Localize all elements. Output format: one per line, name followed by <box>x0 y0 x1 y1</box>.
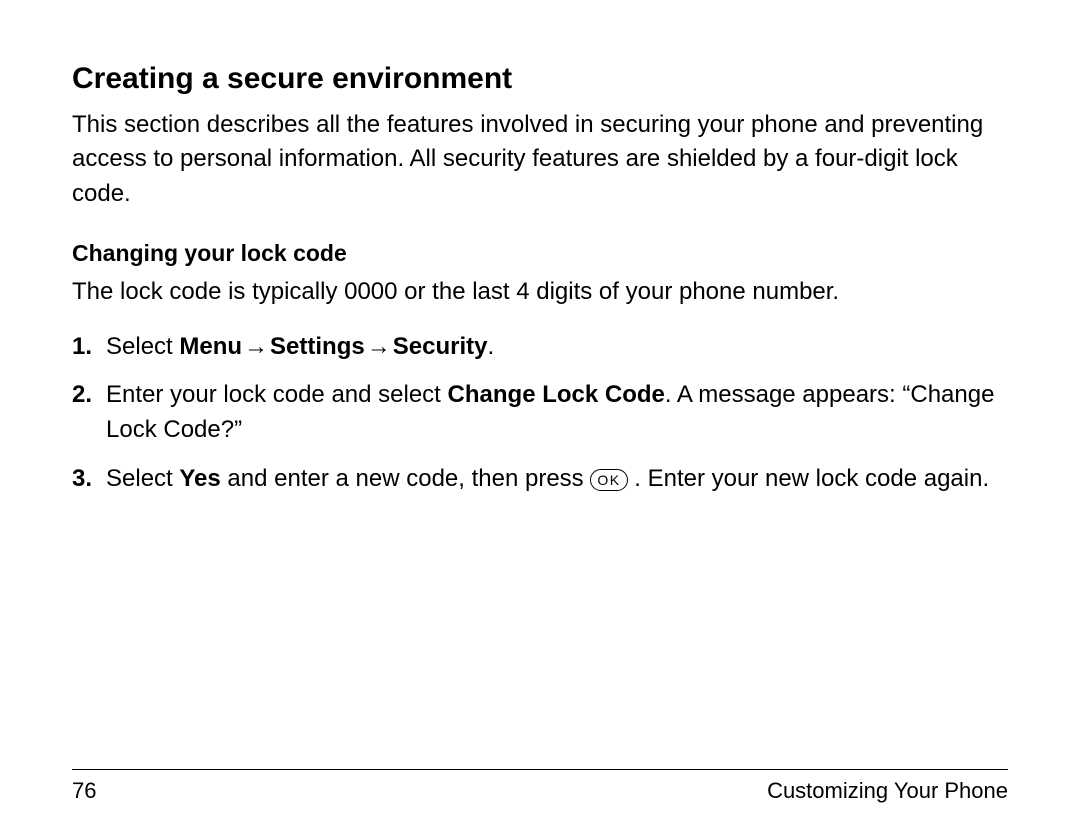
step-number: 1. <box>72 330 106 365</box>
text: Select <box>106 465 179 492</box>
footer-rule <box>72 769 1008 770</box>
footer-section-title: Customizing Your Phone <box>767 778 1008 804</box>
intro-paragraph: This section describes all the features … <box>72 108 1008 212</box>
step-number: 3. <box>72 462 106 497</box>
step-body: Select Yes and enter a new code, then pr… <box>106 462 1008 497</box>
page-number: 76 <box>72 778 96 804</box>
text: Enter your lock code and select <box>106 381 448 408</box>
text: Select <box>106 333 179 360</box>
arrow-icon: → <box>365 333 393 360</box>
text: . <box>487 333 494 360</box>
step-body: Select Menu→Settings→Security. <box>106 330 1008 365</box>
section-heading: Creating a secure environment <box>72 60 1008 98</box>
bold-change-lock-code: Change Lock Code <box>448 381 665 408</box>
manual-page: Creating a secure environment This secti… <box>0 0 1080 834</box>
bold-menu: Menu <box>179 333 242 360</box>
step-2: 2. Enter your lock code and select Chang… <box>72 378 1008 448</box>
step-1: 1. Select Menu→Settings→Security. <box>72 330 1008 365</box>
step-body: Enter your lock code and select Change L… <box>106 378 1008 448</box>
text: . Enter your new lock code again. <box>628 465 990 492</box>
page-footer: 76 Customizing Your Phone <box>72 769 1008 804</box>
sub-heading: Changing your lock code <box>72 240 1008 267</box>
ok-key-icon: OK <box>590 469 627 491</box>
arrow-icon: → <box>242 333 270 360</box>
steps-list: 1. Select Menu→Settings→Security. 2. Ent… <box>72 330 1008 497</box>
bold-yes: Yes <box>179 465 220 492</box>
text: and enter a new code, then press <box>221 465 591 492</box>
sub-intro-paragraph: The lock code is typically 0000 or the l… <box>72 275 1008 310</box>
bold-security: Security <box>393 333 488 360</box>
bold-settings: Settings <box>270 333 365 360</box>
step-number: 2. <box>72 378 106 448</box>
step-3: 3. Select Yes and enter a new code, then… <box>72 462 1008 497</box>
